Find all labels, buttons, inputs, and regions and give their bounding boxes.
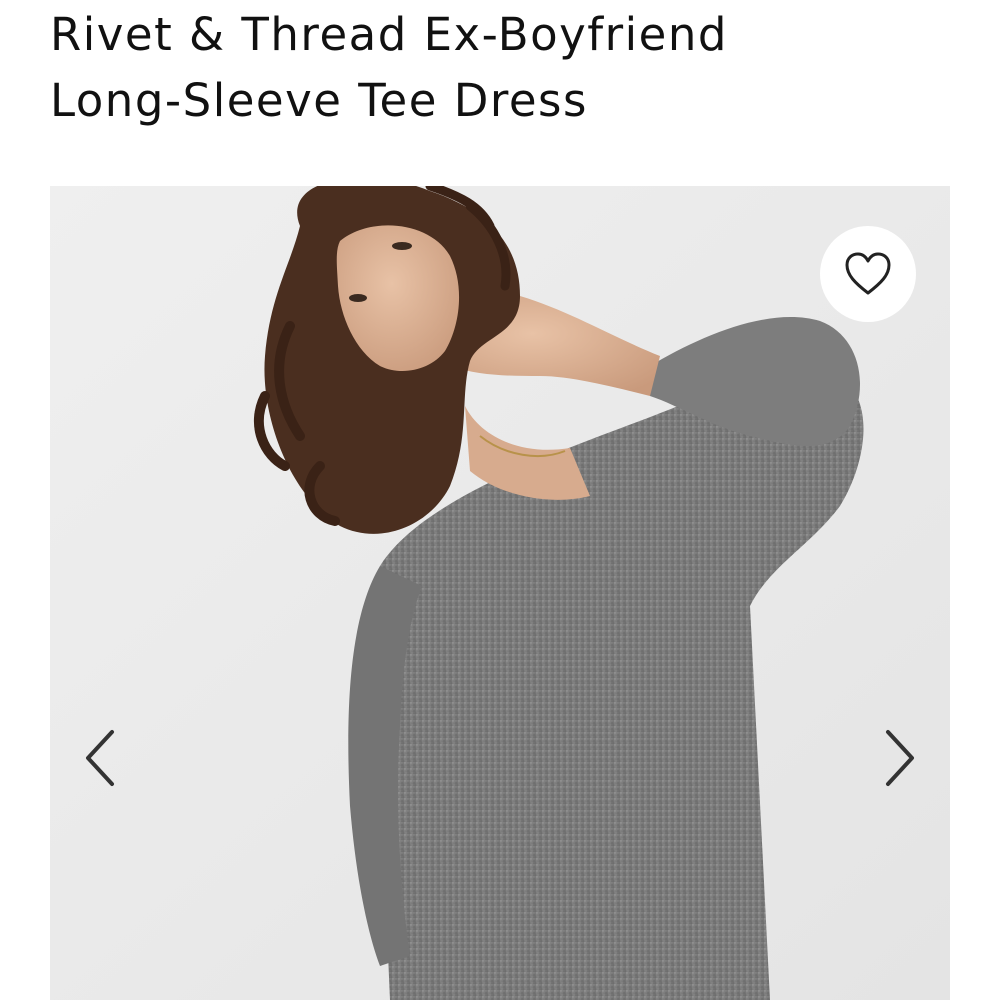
product-page: Rivet & Thread Ex-Boyfriend Long-Sleeve … xyxy=(0,0,1000,1000)
product-image-carousel[interactable] xyxy=(50,186,950,1000)
previous-image-button[interactable] xyxy=(70,718,130,798)
favorite-button[interactable] xyxy=(820,226,916,322)
chevron-right-icon xyxy=(886,730,914,786)
heart-outline-icon xyxy=(845,252,891,295)
next-image-button[interactable] xyxy=(870,718,930,798)
product-title-line-1: Rivet & Thread Ex-Boyfriend xyxy=(50,8,728,61)
product-title-line-2: Long-Sleeve Tee Dress xyxy=(50,74,588,127)
chevron-left-icon xyxy=(86,730,114,786)
product-title: Rivet & Thread Ex-Boyfriend Long-Sleeve … xyxy=(50,2,950,134)
product-photo xyxy=(50,186,950,1000)
